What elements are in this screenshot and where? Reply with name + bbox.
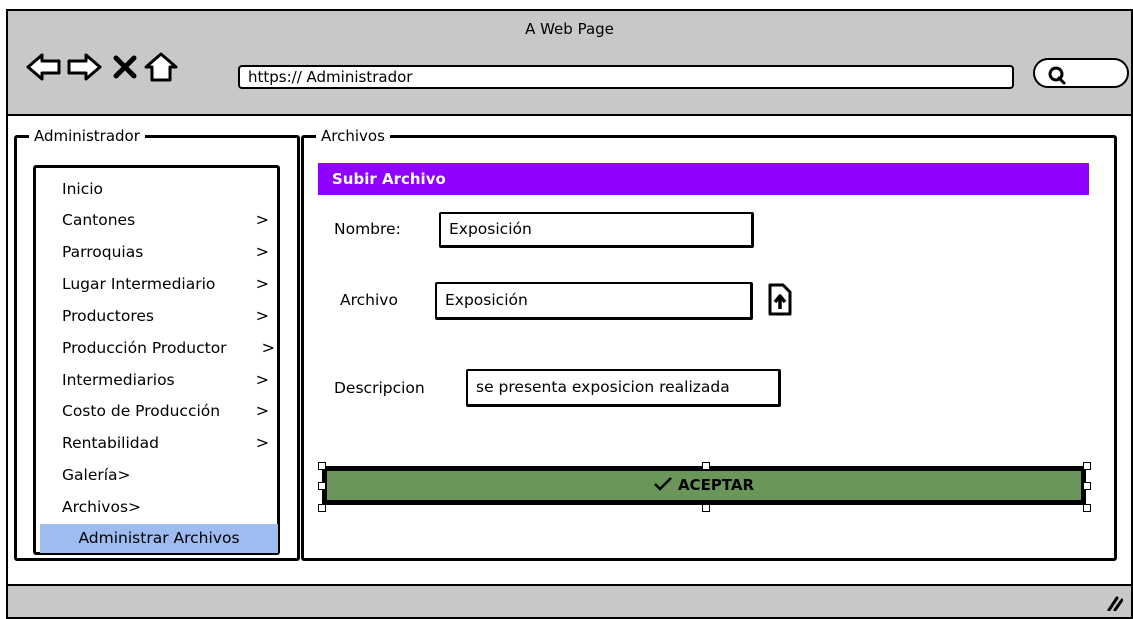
selection-handle[interactable] [702,462,710,470]
back-arrow-icon[interactable] [26,52,62,82]
sidebar-item-inicio[interactable]: Inicio [36,175,277,203]
sidebar-item-label: Archivos> [62,498,142,516]
sidebar-item-label: Cantones [62,211,136,229]
chevron-right-icon: > [255,306,269,325]
sidebar-item-costo-produccion[interactable]: Costo de Producción > [36,397,277,425]
selection-handle[interactable] [1083,462,1091,470]
sidebar-item-label: Inicio [62,180,104,198]
sidebar-subitem-administrar-archivos[interactable]: Administrar Archivos [40,524,278,553]
sidebar-item-parroquias[interactable]: Parroquias > [36,238,277,266]
archivo-input[interactable]: Exposición [435,282,753,320]
selection-handle[interactable] [702,504,710,512]
sidebar-item-produccion-productor[interactable]: Producción Productor > [36,334,277,362]
admin-legend: Administrador [29,126,145,146]
sidebar-item-cantones[interactable]: Cantones > [36,206,277,234]
nombre-label: Nombre: [334,220,401,238]
close-icon[interactable] [110,52,140,82]
file-upload-icon[interactable] [767,283,793,317]
sidebar-item-rentabilidad[interactable]: Rentabilidad > [36,429,277,457]
chevron-right-icon: > [255,401,269,420]
url-bar[interactable]: https:// Administrador [238,65,1014,89]
sidebar-item-label: Parroquias [62,243,144,261]
chevron-right-icon: > [255,433,269,452]
sidebar-item-lugar-intermediario[interactable]: Lugar Intermediario > [36,270,277,298]
accept-button[interactable]: ACEPTAR [322,466,1086,505]
nombre-input[interactable]: Exposición [439,212,754,248]
sidebar-item-label: Producción Productor [62,339,227,357]
sidebar-item-label: Productores [62,307,154,325]
sidebar-item-productores[interactable]: Productores > [36,302,277,330]
sidebar-item-label: Rentabilidad [62,434,159,452]
chevron-right-icon: > [255,370,269,389]
forward-arrow-icon[interactable] [66,52,102,82]
sidebar-item-label: Galería> [62,466,131,484]
sidebar-item-intermediarios[interactable]: Intermediarios > [36,366,277,394]
window-title: A Web Page [525,20,614,38]
browser-statusbar [8,584,1131,617]
sidebar-item-label: Costo de Producción [62,402,221,420]
selection-handle[interactable] [318,462,326,470]
sidebar-item-galeria[interactable]: Galería> [36,461,277,489]
chevron-right-icon: > [255,274,269,293]
search-icon [1048,66,1066,85]
descripcion-input[interactable]: se presenta exposicion realizada [466,369,781,407]
selection-handle[interactable] [1083,504,1091,512]
chevron-right-icon: > [255,242,269,261]
home-icon[interactable] [144,52,178,82]
browser-titlebar: A Web Page https:// Administrador [8,11,1131,116]
sidebar-menu: Inicio Cantones > Parroquias > Lugar Inter… [33,165,280,555]
selection-handle[interactable] [318,482,326,490]
selection-handle[interactable] [318,504,326,512]
search-button[interactable] [1033,58,1129,88]
upload-file-header: Subir Archivo [318,163,1089,195]
descripcion-label: Descripcion [334,379,425,397]
sidebar-item-label: Lugar Intermediario [62,275,216,293]
chevron-right-icon: > [261,338,275,357]
check-icon [654,477,672,491]
sidebar-item-archivos[interactable]: Archivos> [36,493,277,521]
chevron-right-icon: > [255,210,269,229]
resize-grip-icon[interactable] [1105,595,1123,611]
selection-handle[interactable] [1083,482,1091,490]
sidebar-item-label: Intermediarios [62,371,175,389]
files-legend: Archivos [316,126,390,146]
archivo-label: Archivo [340,291,398,309]
accept-button-label: ACEPTAR [677,476,755,494]
